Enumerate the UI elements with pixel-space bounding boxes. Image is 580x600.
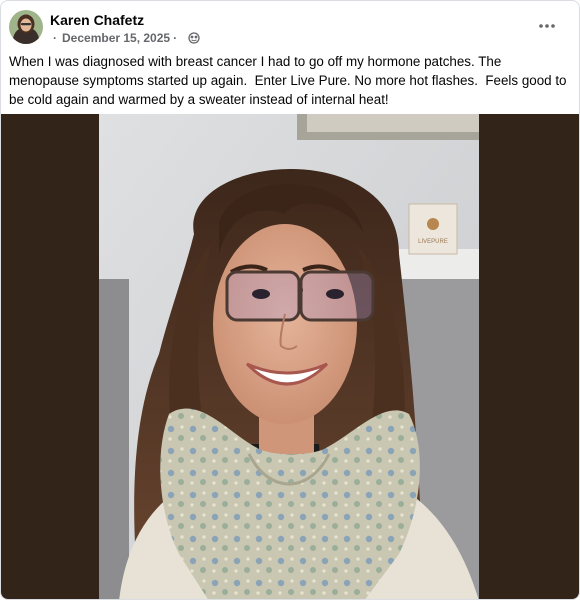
meta-separator-2: · — [173, 31, 178, 45]
post-photo[interactable]: LIVEPURE — [99, 114, 479, 599]
globe-icon — [188, 32, 200, 44]
post-card: Karen Chafetz · December 15, 2025 · When… — [0, 0, 580, 600]
post-text: When I was diagnosed with breast cancer … — [9, 54, 571, 107]
more-options-icon[interactable] — [533, 15, 561, 37]
post-header: Karen Chafetz · December 15, 2025 · — [1, 1, 579, 51]
post-media[interactable]: LIVEPURE — [1, 114, 579, 599]
post-meta: · December 15, 2025 · — [50, 31, 200, 45]
post-date[interactable]: December 15, 2025 — [62, 31, 170, 45]
avatar[interactable] — [9, 10, 43, 44]
product-label: LIVEPURE — [418, 239, 448, 245]
author-name[interactable]: Karen Chafetz — [50, 12, 144, 28]
meta-separator: · — [53, 31, 57, 45]
